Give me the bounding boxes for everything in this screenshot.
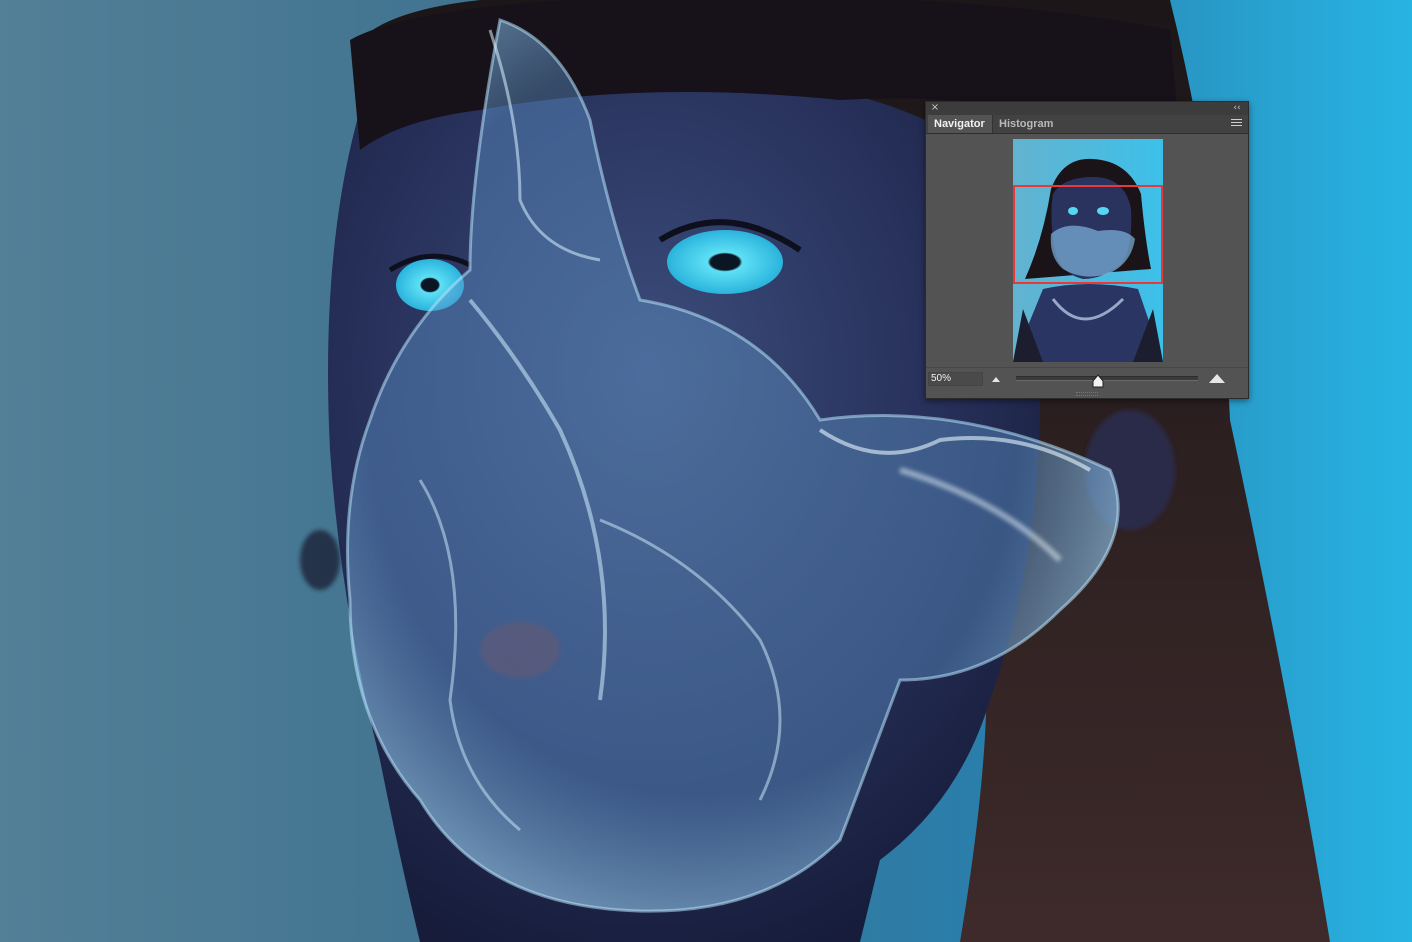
zoom-slider-thumb[interactable] bbox=[1092, 374, 1104, 388]
collapse-panel-icon[interactable]: ‹‹ bbox=[1231, 102, 1243, 114]
panel-divider bbox=[926, 367, 1248, 368]
zoom-percent-field[interactable]: 50% bbox=[928, 372, 983, 386]
close-icon[interactable]: × bbox=[930, 103, 940, 113]
panel-tab-row: Navigator Histogram bbox=[926, 115, 1248, 134]
navigator-thumbnail[interactable] bbox=[1013, 139, 1163, 362]
tab-histogram[interactable]: Histogram bbox=[992, 115, 1058, 133]
zoom-out-icon[interactable] bbox=[990, 374, 1002, 384]
navigator-panel: × ‹‹ Navigator Histogram 50% bbox=[925, 101, 1249, 399]
panel-titlebar[interactable]: × ‹‹ bbox=[926, 102, 1248, 115]
zoom-in-icon[interactable] bbox=[1208, 372, 1226, 384]
view-rectangle[interactable] bbox=[1013, 185, 1163, 284]
tab-navigator[interactable]: Navigator bbox=[928, 115, 992, 133]
panel-resize-grip[interactable] bbox=[1076, 392, 1098, 396]
zoom-slider[interactable] bbox=[1016, 376, 1198, 381]
panel-menu-icon[interactable] bbox=[1231, 119, 1242, 129]
